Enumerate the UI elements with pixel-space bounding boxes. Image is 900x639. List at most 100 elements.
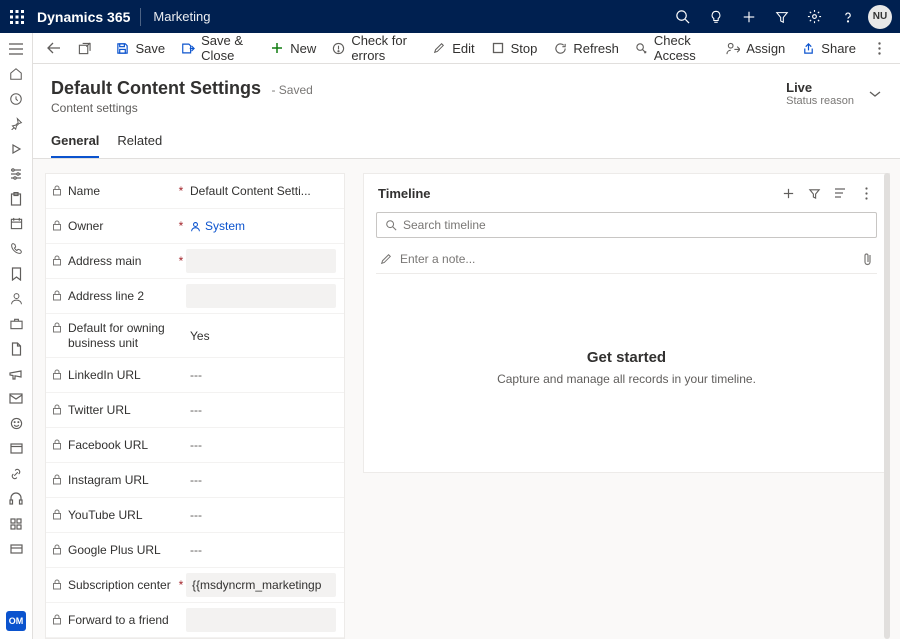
timeline-empty-subtitle: Capture and manage all records in your t… [497, 372, 756, 386]
field-facebook[interactable]: Facebook URL --- [46, 428, 344, 463]
field-name[interactable]: Name* Default Content Setti... [46, 174, 344, 209]
bookmark-icon[interactable] [0, 261, 33, 286]
app-launcher-icon[interactable] [0, 0, 33, 33]
phone-icon[interactable] [0, 236, 33, 261]
check-errors-button[interactable]: Check for errors [326, 33, 422, 64]
assign-label: Assign [746, 41, 785, 56]
lightbulb-icon[interactable] [699, 0, 732, 33]
calendar-icon[interactable] [0, 211, 33, 236]
forward-friend-value [186, 608, 336, 632]
status-value: Live [786, 80, 854, 95]
field-default-bu[interactable]: Default for owning business unit Yes [46, 314, 344, 358]
save-button[interactable]: Save [109, 33, 171, 64]
tab-related[interactable]: Related [117, 127, 162, 158]
chevron-down-icon[interactable] [868, 90, 882, 98]
lock-icon [52, 290, 64, 302]
clipboard-icon[interactable] [0, 186, 33, 211]
lock-icon [52, 220, 64, 232]
document-icon[interactable] [0, 336, 33, 361]
stop-label: Stop [511, 41, 538, 56]
lock-icon [52, 474, 64, 486]
timeline-filter-button[interactable] [801, 182, 827, 204]
address-main-value [186, 249, 336, 273]
share-label: Share [821, 41, 856, 56]
scrollbar[interactable] [884, 173, 890, 639]
timeline-sort-button[interactable] [827, 182, 853, 204]
search-icon[interactable] [666, 0, 699, 33]
timeline-note-input[interactable]: Enter a note... [376, 244, 877, 274]
new-label: New [290, 41, 316, 56]
lock-icon [52, 185, 64, 197]
play-icon[interactable] [0, 136, 33, 161]
lock-icon [52, 255, 64, 267]
window-icon[interactable] [0, 436, 33, 461]
avatar[interactable]: NU [868, 5, 892, 29]
area-switcher-badge[interactable]: OM [6, 611, 26, 631]
save-label: Save [135, 41, 165, 56]
field-subscription-center[interactable]: Subscription center* {{msdyncrm_marketin… [46, 568, 344, 603]
lock-icon [52, 439, 64, 451]
field-youtube[interactable]: YouTube URL --- [46, 498, 344, 533]
field-address-2[interactable]: Address line 2 [46, 279, 344, 314]
timeline-search-input[interactable]: Search timeline [376, 212, 877, 238]
gear-icon[interactable] [798, 0, 831, 33]
headset-icon[interactable] [0, 486, 33, 511]
overflow-button[interactable] [866, 33, 892, 64]
field-googleplus[interactable]: Google Plus URL --- [46, 533, 344, 568]
card-icon[interactable] [0, 536, 33, 561]
save-close-button[interactable]: Save & Close [175, 33, 260, 64]
timeline-more-button[interactable] [853, 182, 879, 204]
lock-icon [52, 322, 64, 334]
tab-general[interactable]: General [51, 127, 99, 158]
assign-button[interactable]: Assign [720, 33, 791, 64]
timeline-add-button[interactable] [775, 182, 801, 204]
field-instagram[interactable]: Instagram URL --- [46, 463, 344, 498]
emoji-icon[interactable] [0, 411, 33, 436]
edit-label: Edit [452, 41, 474, 56]
share-button[interactable]: Share [795, 33, 862, 64]
megaphone-icon[interactable] [0, 361, 33, 386]
refresh-button[interactable]: Refresh [547, 33, 625, 64]
lock-icon [52, 369, 64, 381]
record-header: Default Content Settings - Saved Content… [33, 64, 900, 121]
help-icon[interactable] [831, 0, 864, 33]
edit-button[interactable]: Edit [426, 33, 480, 64]
recent-icon[interactable] [0, 86, 33, 111]
link-icon[interactable] [0, 461, 33, 486]
open-new-window-button[interactable] [71, 33, 97, 64]
mail-icon[interactable] [0, 386, 33, 411]
command-bar: Save Save & Close New Check for errors E… [33, 33, 900, 64]
hamburger-icon[interactable] [0, 36, 33, 61]
refresh-label: Refresh [573, 41, 619, 56]
home-icon[interactable] [0, 61, 33, 86]
lock-icon [52, 579, 64, 591]
filter-icon[interactable] [765, 0, 798, 33]
person-icon [190, 221, 201, 232]
status-label: Status reason [786, 95, 854, 107]
person-icon[interactable] [0, 286, 33, 311]
plus-icon[interactable] [732, 0, 765, 33]
lock-icon [52, 544, 64, 556]
pin-icon[interactable] [0, 111, 33, 136]
field-linkedin[interactable]: LinkedIn URL --- [46, 358, 344, 393]
field-forward-friend[interactable]: Forward to a friend [46, 603, 344, 638]
stop-button[interactable]: Stop [485, 33, 544, 64]
field-twitter[interactable]: Twitter URL --- [46, 393, 344, 428]
settings-list-icon[interactable] [0, 161, 33, 186]
pencil-icon [380, 253, 392, 265]
global-nav: Dynamics 365 Marketing NU [0, 0, 900, 33]
briefcase-icon[interactable] [0, 311, 33, 336]
attachment-icon[interactable] [863, 252, 873, 266]
save-close-label: Save & Close [201, 33, 254, 63]
grid-icon[interactable] [0, 511, 33, 536]
new-button[interactable]: New [264, 33, 322, 64]
area-label[interactable]: Marketing [141, 9, 222, 24]
sitemap-rail: OM [0, 33, 33, 639]
field-address-main[interactable]: Address main* [46, 244, 344, 279]
entity-type-label: Content settings [51, 101, 313, 115]
check-access-button[interactable]: Check Access [629, 33, 716, 64]
lock-icon [52, 404, 64, 416]
brand-label[interactable]: Dynamics 365 [33, 9, 140, 25]
field-owner[interactable]: Owner* System [46, 209, 344, 244]
back-button[interactable] [41, 33, 67, 64]
